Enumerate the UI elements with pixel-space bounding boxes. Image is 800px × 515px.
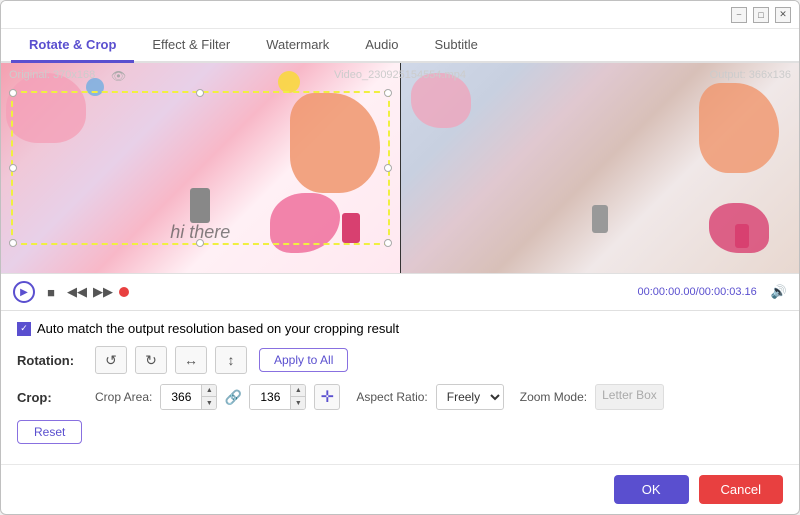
main-window: ⎯ □ ✕ Rotate & Crop Effect & Filter Wate… xyxy=(0,0,800,515)
crop-overlay[interactable] xyxy=(11,91,390,245)
crop-height-input-group: ▲ ▼ xyxy=(249,384,306,410)
crop-width-up[interactable]: ▲ xyxy=(202,384,216,397)
ok-button[interactable]: OK xyxy=(614,475,689,504)
tab-bar: Rotate & Crop Effect & Filter Watermark … xyxy=(1,29,799,63)
cancel-button[interactable]: Cancel xyxy=(699,475,783,504)
rotation-label: Rotation: xyxy=(17,353,87,368)
playback-bar: ▶ ■ ◀◀ ▶▶ 00:00:00.00/00:00:03.16 🔊 xyxy=(1,273,799,311)
crop-handle-tm[interactable] xyxy=(196,89,204,97)
time-total: 00:00:03.16 xyxy=(699,286,757,298)
deco-yellow-circle xyxy=(278,71,300,93)
flip-vertical-button[interactable]: ↕ xyxy=(215,346,247,374)
crop-handle-mr[interactable] xyxy=(384,164,392,172)
video-preview-right xyxy=(401,63,800,273)
prev-button[interactable]: ◀◀ xyxy=(67,282,87,302)
crop-height-input[interactable] xyxy=(250,385,290,409)
crop-label: Crop: xyxy=(17,390,87,405)
crop-handle-bm[interactable] xyxy=(196,239,204,247)
aspect-ratio-select[interactable]: Freely 16:9 4:3 1:1 xyxy=(436,384,504,410)
time-current: 00:00:00.00 xyxy=(638,286,696,298)
video-frame-output xyxy=(401,63,800,273)
zoom-mode-display: Letter Box xyxy=(595,384,664,410)
rotation-row: Rotation: ↺ ↻ ↔ ↕ Apply to All xyxy=(17,346,783,374)
deco2-orange xyxy=(699,83,779,173)
volume-icon[interactable]: 🔊 xyxy=(771,284,787,300)
title-bar: ⎯ □ ✕ xyxy=(1,1,799,29)
tab-audio[interactable]: Audio xyxy=(347,29,416,63)
original-label: Original: 370x168 xyxy=(9,69,95,81)
apply-to-all-button[interactable]: Apply to All xyxy=(259,348,348,372)
visibility-icon[interactable]: 👁 xyxy=(111,69,126,83)
controls-area: ✓ Auto match the output resolution based… xyxy=(1,311,799,454)
crop-handle-tr[interactable] xyxy=(384,89,392,97)
auto-match-row: ✓ Auto match the output resolution based… xyxy=(17,321,783,336)
aspect-ratio-label: Aspect Ratio: xyxy=(356,390,427,404)
minimize-button[interactable]: ⎯ xyxy=(731,7,747,23)
bottom-bar: OK Cancel xyxy=(1,464,799,514)
rotate-right-button[interactable]: ↻ xyxy=(135,346,167,374)
crop-width-stepper: ▲ ▼ xyxy=(201,384,216,410)
record-button[interactable] xyxy=(119,287,129,297)
reset-button[interactable]: Reset xyxy=(17,420,82,444)
play-button[interactable]: ▶ xyxy=(13,281,35,303)
stop-button[interactable]: ■ xyxy=(41,282,61,302)
output-label: Output: 366x136 xyxy=(710,69,791,81)
next-button[interactable]: ▶▶ xyxy=(93,282,113,302)
deco2-clip xyxy=(592,205,608,233)
crop-width-input-group: ▲ ▼ xyxy=(160,384,217,410)
crop-width-input[interactable] xyxy=(161,385,201,409)
time-display: 00:00:00.00/00:00:03.16 xyxy=(638,286,757,298)
zoom-mode-label: Zoom Mode: xyxy=(520,390,587,404)
crop-height-up[interactable]: ▲ xyxy=(291,384,305,397)
link-icon: 🔗 xyxy=(225,389,241,405)
crop-width-down[interactable]: ▼ xyxy=(202,397,216,410)
deco2-pink xyxy=(411,73,471,128)
reset-row: Reset xyxy=(17,420,783,444)
rotate-left-button[interactable]: ↺ xyxy=(95,346,127,374)
tab-watermark[interactable]: Watermark xyxy=(248,29,347,63)
video-area: Original: 370x168 👁 Video_230925154554.m… xyxy=(1,63,799,273)
flip-horizontal-button[interactable]: ↔ xyxy=(175,346,207,374)
crop-area-label: Crop Area: xyxy=(95,390,152,404)
close-button[interactable]: ✕ xyxy=(775,7,791,23)
crop-height-down[interactable]: ▼ xyxy=(291,397,305,410)
crop-row: Crop: Crop Area: ▲ ▼ 🔗 ▲ ▼ ✛ Aspect Rati… xyxy=(17,384,783,410)
crop-handle-tl[interactable] xyxy=(9,89,17,97)
crop-handle-bl[interactable] xyxy=(9,239,17,247)
auto-match-label: Auto match the output resolution based o… xyxy=(37,321,399,336)
video-frame-original: hi there xyxy=(1,63,400,273)
crop-height-stepper: ▲ ▼ xyxy=(290,384,305,410)
tab-effect-filter[interactable]: Effect & Filter xyxy=(134,29,248,63)
crop-center-button[interactable]: ✛ xyxy=(314,384,340,410)
deco2-clip2 xyxy=(735,224,749,248)
tab-rotate-crop[interactable]: Rotate & Crop xyxy=(11,29,134,63)
video-preview-left: hi there xyxy=(1,63,401,273)
crop-handle-ml[interactable] xyxy=(9,164,17,172)
window-controls: ⎯ □ ✕ xyxy=(731,7,791,23)
auto-match-checkbox[interactable]: ✓ xyxy=(17,322,31,336)
maximize-button[interactable]: □ xyxy=(753,7,769,23)
tab-subtitle[interactable]: Subtitle xyxy=(417,29,496,63)
crop-handle-br[interactable] xyxy=(384,239,392,247)
